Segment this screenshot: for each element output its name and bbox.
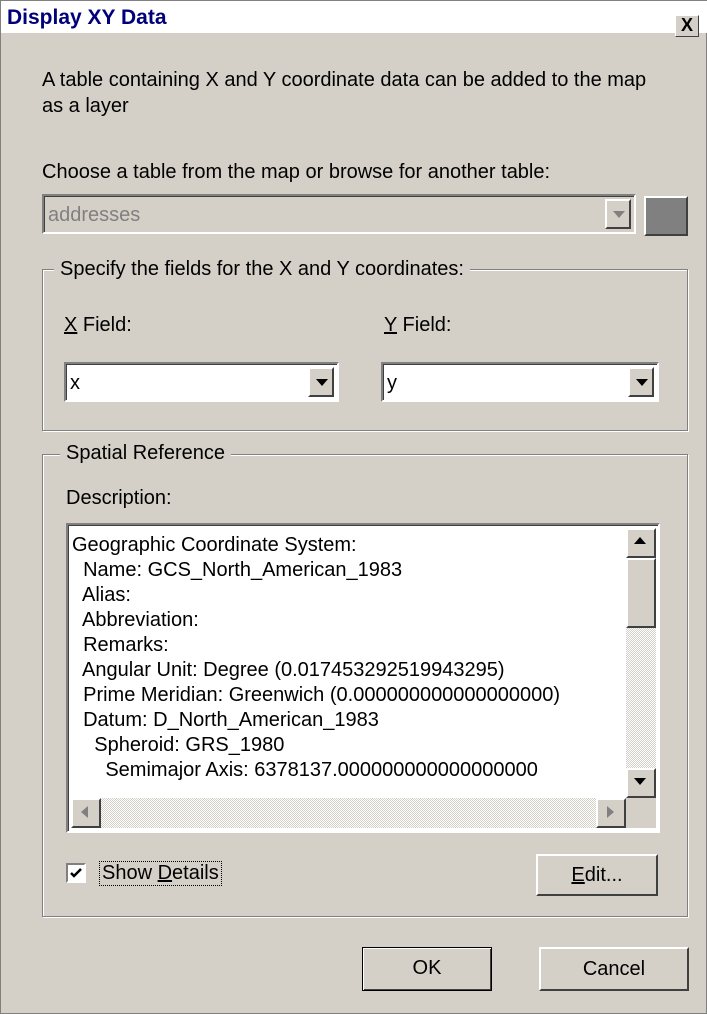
description-line: Name: GCS_North_American_1983 (72, 559, 403, 581)
description-line: Abbreviation: (72, 609, 199, 631)
table-prompt-label: Choose a table from the map or browse fo… (42, 161, 551, 183)
show-details-checkbox[interactable] (66, 863, 86, 883)
table-select-value: addresses (48, 204, 141, 226)
description-text: Geographic Coordinate System: Name: GCS_… (72, 533, 622, 795)
intro-text: A table containing X and Y coordinate da… (42, 69, 647, 117)
y-field-value: y (387, 372, 397, 394)
display-xy-data-dialog: Display XY Data X A table containing X a… (0, 0, 707, 1014)
description-line: Spheroid: GRS_1980 (72, 734, 285, 756)
title-bar: Display XY Data X (1, 1, 707, 37)
show-details-label[interactable]: Show Details (99, 861, 222, 886)
y-field-dropdown-arrow-icon[interactable] (628, 367, 654, 397)
description-textbox[interactable]: Geographic Coordinate System: Name: GCS_… (66, 523, 660, 833)
scroll-down-arrow-icon[interactable] (626, 768, 656, 798)
x-field-select[interactable]: x (64, 362, 339, 402)
xy-fields-group (42, 269, 688, 431)
edit-button[interactable]: Edit... (536, 854, 658, 896)
y-field-label: Y Field: (384, 314, 452, 336)
horizontal-scrollbar[interactable] (71, 798, 626, 828)
description-label: Description: (66, 487, 172, 509)
description-line: Datum: D_North_American_1983 (72, 709, 379, 731)
cancel-button[interactable]: Cancel (539, 947, 689, 991)
description-line: Alias: (72, 584, 131, 606)
x-field-label: X Field: Field: (64, 314, 132, 336)
vertical-scroll-thumb[interactable] (626, 558, 656, 628)
scroll-up-arrow-icon[interactable] (626, 528, 656, 558)
x-field-dropdown-arrow-icon[interactable] (308, 367, 334, 397)
description-line: Semimajor Axis: 6378137.0000000000000000… (72, 759, 538, 781)
table-select[interactable]: addresses (42, 194, 636, 234)
scrollbar-corner (626, 798, 656, 828)
ok-button[interactable]: OK (362, 947, 492, 991)
close-icon: X (680, 15, 693, 35)
browse-table-button[interactable] (644, 196, 688, 236)
window-title: Display XY Data (7, 6, 167, 29)
checkmark-icon (70, 868, 82, 878)
description-line: Remarks: (72, 634, 169, 656)
x-field-value: x (70, 372, 80, 394)
description-line: Geographic Coordinate System: (72, 534, 357, 556)
scroll-right-arrow-icon[interactable] (596, 798, 626, 828)
table-dropdown-arrow-icon[interactable] (605, 199, 631, 229)
xy-fields-legend: Specify the fields for the X and Y coord… (54, 258, 470, 281)
scroll-left-arrow-icon[interactable] (71, 798, 101, 828)
description-line: Prime Meridian: Greenwich (0.00000000000… (72, 684, 561, 706)
y-field-select[interactable]: y (381, 362, 659, 402)
spatial-reference-legend: Spatial Reference (60, 442, 231, 465)
description-line: Angular Unit: Degree (0.0174532925199432… (72, 659, 505, 681)
close-button[interactable]: X (675, 15, 699, 37)
